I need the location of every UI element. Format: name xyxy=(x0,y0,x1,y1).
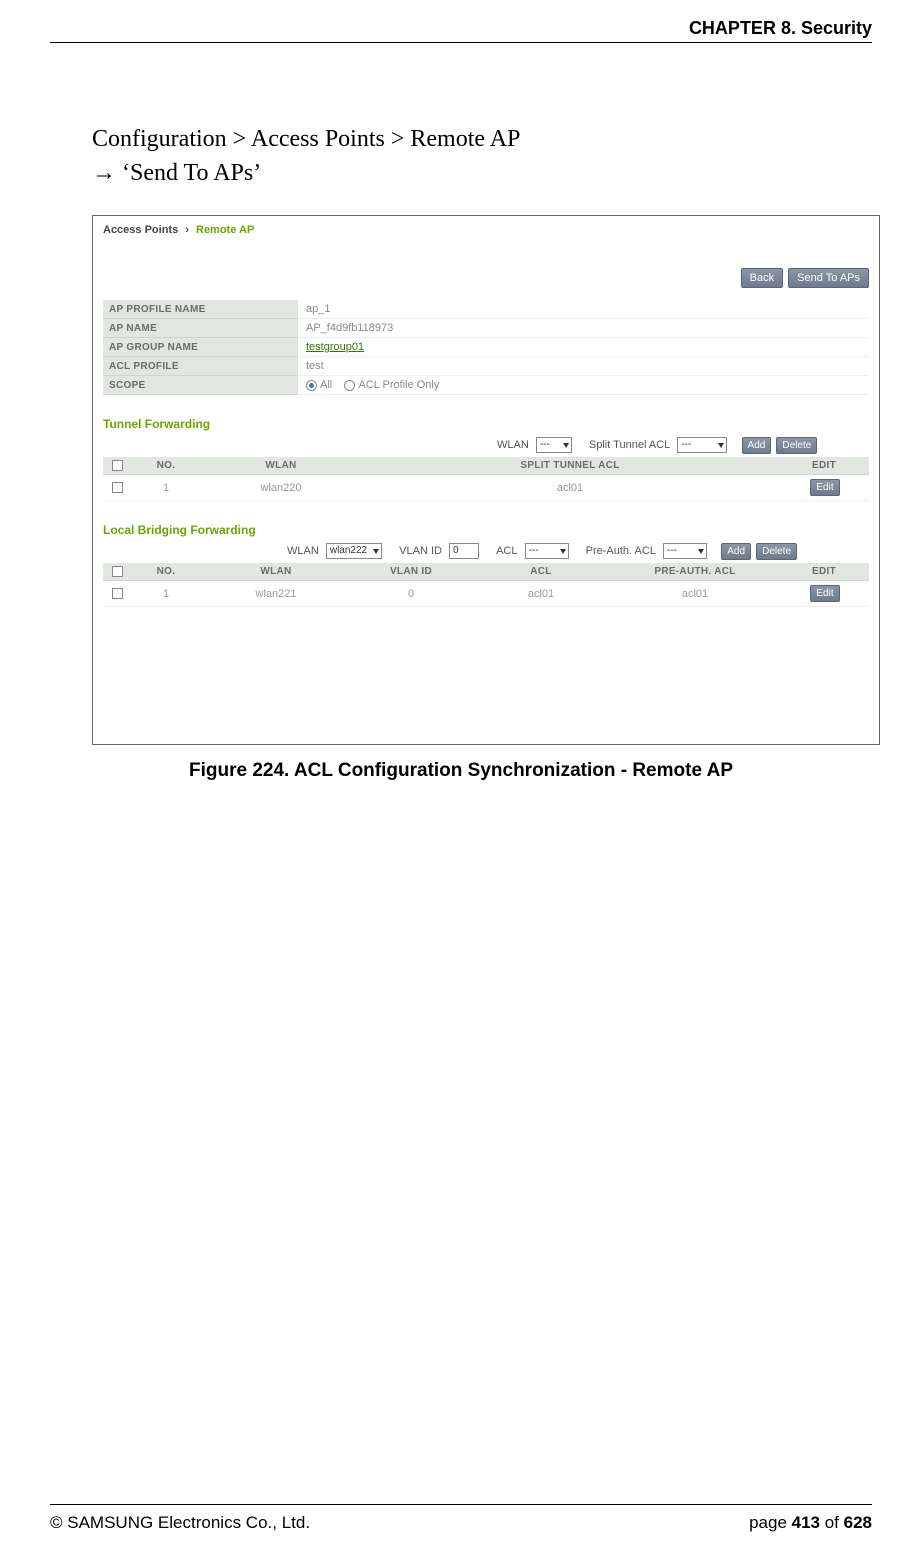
value-acl-profile: test xyxy=(298,357,869,376)
section-local-bridging: Local Bridging Forwarding xyxy=(103,523,869,537)
radio-scope-all[interactable] xyxy=(306,380,317,391)
label-bridge-wlan: WLAN xyxy=(287,545,319,557)
nav-path: Configuration > Access Points > Remote A… xyxy=(92,126,520,152)
label-tunnel-wlan: WLAN xyxy=(497,439,529,451)
select-bridge-acl[interactable]: --- xyxy=(525,543,569,559)
section-tunnel-forwarding: Tunnel Forwarding xyxy=(103,417,869,431)
edit-button[interactable]: Edit xyxy=(810,585,839,602)
running-header: CHAPTER 8. Security xyxy=(689,18,872,39)
select-bridge-wlan[interactable]: wlan222 xyxy=(326,543,382,559)
breadcrumb-root: Access Points xyxy=(103,224,178,236)
cell-acl: acl01 xyxy=(471,581,611,607)
label-ap-name: AP NAME xyxy=(103,319,298,338)
back-button[interactable]: Back xyxy=(741,268,783,288)
select-tunnel-split-acl[interactable]: --- xyxy=(677,437,727,453)
edit-button[interactable]: Edit xyxy=(810,479,839,496)
label-ap-profile-name: AP PROFILE NAME xyxy=(103,300,298,319)
label-scope: SCOPE xyxy=(103,376,298,395)
page: CHAPTER 8. Security Configuration > Acce… xyxy=(0,0,922,1565)
cell-vlan: 0 xyxy=(351,581,471,607)
footer-page-number: page 413 of 628 xyxy=(749,1513,872,1533)
cell-preauth: acl01 xyxy=(611,581,779,607)
col-no: NO. xyxy=(131,457,201,475)
col-edit: EDIT xyxy=(779,457,869,475)
cell-wlan: wlan220 xyxy=(201,475,361,501)
embedded-screenshot: Access Points › Remote AP Back Send To A… xyxy=(92,215,880,745)
checkbox-tunnel-row[interactable] xyxy=(112,482,123,493)
label-bridge-acl: ACL xyxy=(496,545,517,557)
figure-caption: Figure 224. ACL Configuration Synchroniz… xyxy=(0,760,922,782)
footer-copyright: © SAMSUNG Electronics Co., Ltd. xyxy=(50,1513,310,1533)
checkbox-tunnel-all[interactable] xyxy=(112,460,123,471)
chevron-right-icon: › xyxy=(181,224,193,236)
col-split-tunnel-acl: SPLIT TUNNEL ACL xyxy=(361,457,779,475)
rule-top xyxy=(50,42,872,43)
delete-button[interactable]: Delete xyxy=(776,437,817,454)
cell-wlan: wlan221 xyxy=(201,581,351,607)
value-ap-profile-name: ap_1 xyxy=(298,300,869,319)
radio-scope-acl-only[interactable] xyxy=(344,380,355,391)
add-button[interactable]: Add xyxy=(742,437,772,454)
tunnel-table: NO. WLAN SPLIT TUNNEL ACL EDIT 1 wlan220… xyxy=(103,457,869,501)
arrow-icon: → xyxy=(92,159,116,186)
action-text: ‘Send To APs’ xyxy=(116,160,261,186)
col-wlan: WLAN xyxy=(201,457,361,475)
radio-label-acl-only: ACL Profile Only xyxy=(358,379,439,391)
footer-current-page: 413 xyxy=(792,1513,820,1532)
cell-no: 1 xyxy=(131,475,201,501)
select-tunnel-wlan[interactable]: --- xyxy=(536,437,572,453)
breadcrumb: Access Points › Remote AP xyxy=(103,224,869,236)
checkbox-bridge-all[interactable] xyxy=(112,566,123,577)
rule-bottom xyxy=(50,1504,872,1505)
col-acl: ACL xyxy=(471,563,611,581)
col-edit: EDIT xyxy=(779,563,869,581)
footer-total-pages: 628 xyxy=(844,1513,872,1532)
delete-button[interactable]: Delete xyxy=(756,543,797,560)
link-ap-group[interactable]: testgroup01 xyxy=(306,341,364,353)
footer-of: of xyxy=(820,1513,844,1532)
footer-prefix: page xyxy=(749,1513,792,1532)
select-bridge-preauth[interactable]: --- xyxy=(663,543,707,559)
table-row: 1 wlan220 acl01 Edit xyxy=(103,475,869,501)
properties-table: AP PROFILE NAME ap_1 AP NAME AP_f4d9fb11… xyxy=(103,300,869,395)
input-bridge-vlan[interactable]: 0 xyxy=(449,543,479,559)
breadcrumb-current: Remote AP xyxy=(196,224,254,236)
cell-split-acl: acl01 xyxy=(361,475,779,501)
label-acl-profile: ACL PROFILE xyxy=(103,357,298,376)
col-preauth-acl: PRE-AUTH. ACL xyxy=(611,563,779,581)
label-tunnel-split-acl: Split Tunnel ACL xyxy=(589,439,670,451)
label-ap-group-name: AP GROUP NAME xyxy=(103,338,298,357)
label-bridge-vlan: VLAN ID xyxy=(399,545,442,557)
add-button[interactable]: Add xyxy=(721,543,751,560)
col-wlan: WLAN xyxy=(201,563,351,581)
col-vlan-id: VLAN ID xyxy=(351,563,471,581)
table-row: 1 wlan221 0 acl01 acl01 Edit xyxy=(103,581,869,607)
value-ap-name: AP_f4d9fb118973 xyxy=(298,319,869,338)
body-paragraph: Configuration > Access Points > Remote A… xyxy=(92,122,520,190)
bridge-table: NO. WLAN VLAN ID ACL PRE-AUTH. ACL EDIT … xyxy=(103,563,869,607)
radio-label-all: All xyxy=(320,379,332,391)
cell-no: 1 xyxy=(131,581,201,607)
label-bridge-preauth: Pre-Auth. ACL xyxy=(586,545,656,557)
col-no: NO. xyxy=(131,563,201,581)
send-to-aps-button[interactable]: Send To APs xyxy=(788,268,869,288)
checkbox-bridge-row[interactable] xyxy=(112,588,123,599)
